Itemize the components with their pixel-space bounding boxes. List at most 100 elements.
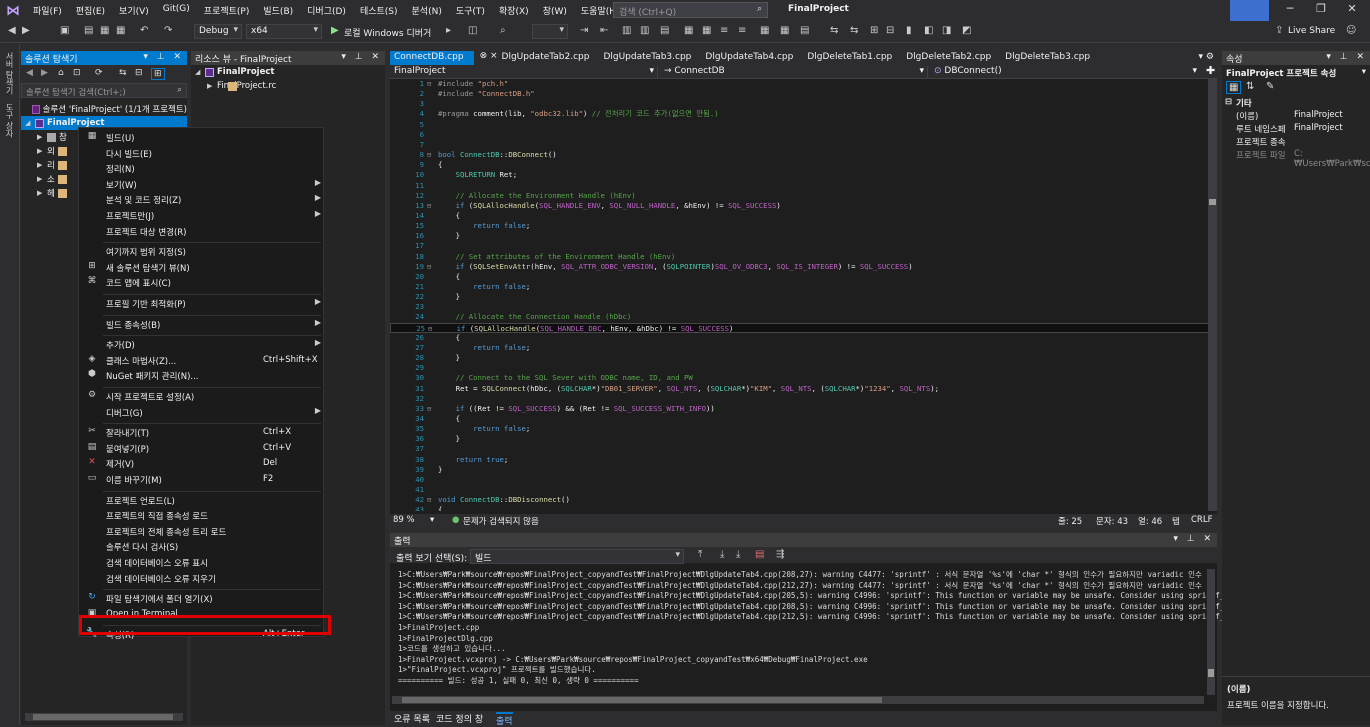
menu-item-entry[interactable]: 솔루션 다시 검사(S)	[79, 540, 325, 554]
start-debug-icon[interactable]: ▶	[331, 25, 339, 36]
find-icon[interactable]: ⌕	[500, 25, 506, 36]
clear-all-icon[interactable]: ▤	[755, 549, 764, 560]
attach-icon[interactable]: ▸	[446, 25, 451, 36]
bookmark-clear-icon[interactable]: ◩	[962, 25, 971, 36]
menu-item-gear[interactable]: ⚙ 시작 프로젝트로 설정(A)	[79, 390, 325, 404]
live-share-button[interactable]: Live Share	[1288, 26, 1335, 36]
menu-item-rename[interactable]: ▭ 이름 바꾸기(M) F2	[79, 473, 325, 487]
menu-item-entry[interactable]: 정리(N)	[79, 162, 325, 176]
goto-prev-icon[interactable]: ⤒	[698, 549, 702, 560]
menu-item[interactable]: 창(W)	[536, 4, 574, 17]
bookmark-prev-icon[interactable]: ◧	[924, 25, 933, 36]
menu-item-entry[interactable]: 검색 데이터베이스 오류 표시	[79, 556, 325, 570]
find-message-icon[interactable]: ⤓	[736, 549, 740, 560]
code-area[interactable]: 1 ⊟ #include "pch.h" 2 #include "ConnectDB.h…	[390, 79, 1209, 511]
undo-icon[interactable]: ↶	[140, 25, 148, 36]
new-project-icon[interactable]: ▣	[60, 25, 69, 36]
resource-tree-rc[interactable]: ▶ FinalProject.rc	[191, 79, 385, 93]
menu-item-entry[interactable]: 프로젝트의 전체 종속성 트리 로드	[79, 525, 325, 539]
resource-tree-project[interactable]: ◢ FinalProject	[191, 65, 385, 79]
menu-item-cut[interactable]: ✂ 잘라내기(T) Ctrl+X	[79, 426, 325, 440]
output-hscrollbar[interactable]	[392, 696, 1204, 704]
switch-view-icon[interactable]: ⊡	[73, 68, 81, 78]
eol-indicator[interactable]: CRLF	[1191, 515, 1212, 525]
member-nav-select[interactable]: ⊙ DBConnect() ▾	[930, 66, 1200, 78]
collapse-all-icon[interactable]: ⊟	[135, 68, 143, 78]
editor-tab[interactable]: DlgUpdateTab2.cpp	[498, 51, 600, 65]
alphabetical-icon[interactable]: ⇅	[1246, 81, 1254, 92]
menu-item[interactable]: 도구(T)	[449, 4, 492, 17]
table-icon[interactable]: ▦	[760, 25, 769, 36]
tab-error-list[interactable]: 오류 목록	[394, 712, 430, 725]
menu-item-entry[interactable]: 검색 데이터베이스 오류 지우기	[79, 572, 325, 586]
forward-icon[interactable]: ▶	[22, 25, 30, 36]
fold-icon[interactable]: ⊟	[427, 201, 431, 211]
tab-order-icon[interactable]: ⇆	[830, 25, 838, 36]
issues-status[interactable]: 문제가 검색되지 않음	[463, 515, 539, 527]
grid2-icon[interactable]: ▦	[702, 25, 711, 36]
menu-item-entry[interactable]: 여기까지 범위 지정(S)	[79, 245, 325, 259]
project-nav-select[interactable]: FinalProject ▾	[390, 66, 658, 78]
panel-buttons[interactable]: ▾ ⊥ ✕	[341, 52, 382, 62]
run-button[interactable]: 로컬 Windows 디버거	[344, 26, 431, 39]
feedback-icon[interactable]: ☺	[1346, 25, 1356, 36]
menu-item-entry[interactable]: 다시 빌드(E)	[79, 147, 325, 161]
find-combo[interactable]	[532, 24, 568, 39]
editor-tab[interactable]: DlgDeleteTab3.cpp	[1001, 51, 1100, 65]
menu-item[interactable]: 확장(X)	[492, 4, 536, 17]
layout2-icon[interactable]: ▥	[640, 25, 649, 36]
categorized-icon[interactable]: ▦	[1226, 81, 1242, 94]
layout-icon[interactable]: ▥	[622, 25, 631, 36]
word-wrap-icon[interactable]: ⇶	[776, 549, 784, 560]
menu-item-entry[interactable]: 빌드 종속성(B) ▶	[79, 318, 325, 332]
property-category[interactable]: ⊟ 기타	[1222, 97, 1370, 110]
test2-icon[interactable]: ⊟	[886, 25, 894, 36]
menu-item-class-wizard[interactable]: ◈ 클래스 마법사(Z)... Ctrl+Shift+X	[79, 354, 325, 368]
resource-view-title[interactable]: 리소스 뷰 - FinalProject ▾ ⊥ ✕	[191, 51, 385, 65]
property-row[interactable]: 프로젝트 파일 C:₩Users₩Park₩sc	[1222, 149, 1370, 169]
menu-item-build[interactable]: ▦ 빌드(U)	[79, 131, 325, 145]
server-explorer-tab[interactable]: 서버 탐색기	[4, 52, 15, 95]
property-row[interactable]: (이름) FinalProject	[1222, 110, 1370, 123]
class-nav-select[interactable]: → ConnectDB ▾	[660, 66, 928, 78]
menu-item[interactable]: 테스트(S)	[353, 4, 405, 17]
editor-tab[interactable]: DlgDeleteTab2.cpp	[902, 51, 1001, 65]
tab-code-definition[interactable]: 코드 정의 창	[436, 712, 483, 725]
fold-icon[interactable]: ⊟	[427, 262, 431, 272]
panel-buttons[interactable]: ▾ ⊥ ✕	[143, 52, 184, 62]
menu-item-open-folder[interactable]: ↻ 파일 탐색기에서 폴더 열기(X)	[79, 592, 325, 606]
menu-item-entry[interactable]: 프로젝트만(J) ▶	[79, 209, 325, 223]
open-icon[interactable]: ▤	[84, 25, 93, 36]
home-icon[interactable]: ⌂	[58, 68, 64, 78]
step-icon[interactable]: ⇥	[580, 25, 588, 36]
align-icon[interactable]: ≡	[720, 25, 728, 36]
horizontal-scrollbar[interactable]	[25, 713, 183, 721]
editor-tab[interactable]: DlgUpdateTab3.cpp	[599, 51, 701, 65]
tab-overflow-icon[interactable]: ▾ ⚙	[1199, 52, 1214, 62]
fold-icon[interactable]: ⊟	[427, 79, 431, 89]
visual-studio-logo-icon[interactable]: ⋈	[0, 0, 26, 21]
properties-title[interactable]: 속성 ▾ ⊥ ✕	[1222, 51, 1370, 65]
output-vscrollbar[interactable]	[1207, 569, 1215, 695]
configuration-select[interactable]: Debug	[194, 24, 242, 39]
pending-changes-icon[interactable]: ⟳	[95, 68, 103, 78]
save-all-icon[interactable]: ▦	[116, 25, 125, 36]
menu-item[interactable]: 분석(N)	[405, 4, 449, 17]
output-source-select[interactable]: 빌드	[470, 549, 684, 564]
panel-buttons[interactable]: ▾ ⊥ ✕	[1173, 534, 1214, 544]
fold-icon[interactable]: ⊟	[427, 495, 431, 505]
screenshot-icon[interactable]: ◫	[468, 25, 477, 36]
bookmark-icon[interactable]: ▮	[906, 25, 912, 36]
menu-item-new-view[interactable]: ⊞ 새 솔루션 탐색기 뷰(N)	[79, 261, 325, 275]
menu-item[interactable]: 파일(F)	[26, 4, 69, 17]
menu-item-entry[interactable]: 보기(W) ▶	[79, 178, 325, 192]
step-over-icon[interactable]: ⇤	[600, 25, 608, 36]
split-icon[interactable]: ✚	[1202, 64, 1216, 77]
vertical-scrollbar[interactable]	[1208, 79, 1217, 511]
panel-buttons[interactable]: ▾ ⊥ ✕	[1326, 52, 1367, 62]
menu-item[interactable]: 편집(E)	[69, 4, 112, 17]
menu-item-code-map[interactable]: ⌘ 코드 맵에 표시(C)	[79, 276, 325, 290]
solution-explorer-title[interactable]: 솔루션 탐색기 ▾ ⊥ ✕	[21, 51, 187, 65]
sync-icon[interactable]: ⇆	[119, 68, 127, 78]
property-row[interactable]: 프로젝트 종속	[1222, 136, 1370, 149]
